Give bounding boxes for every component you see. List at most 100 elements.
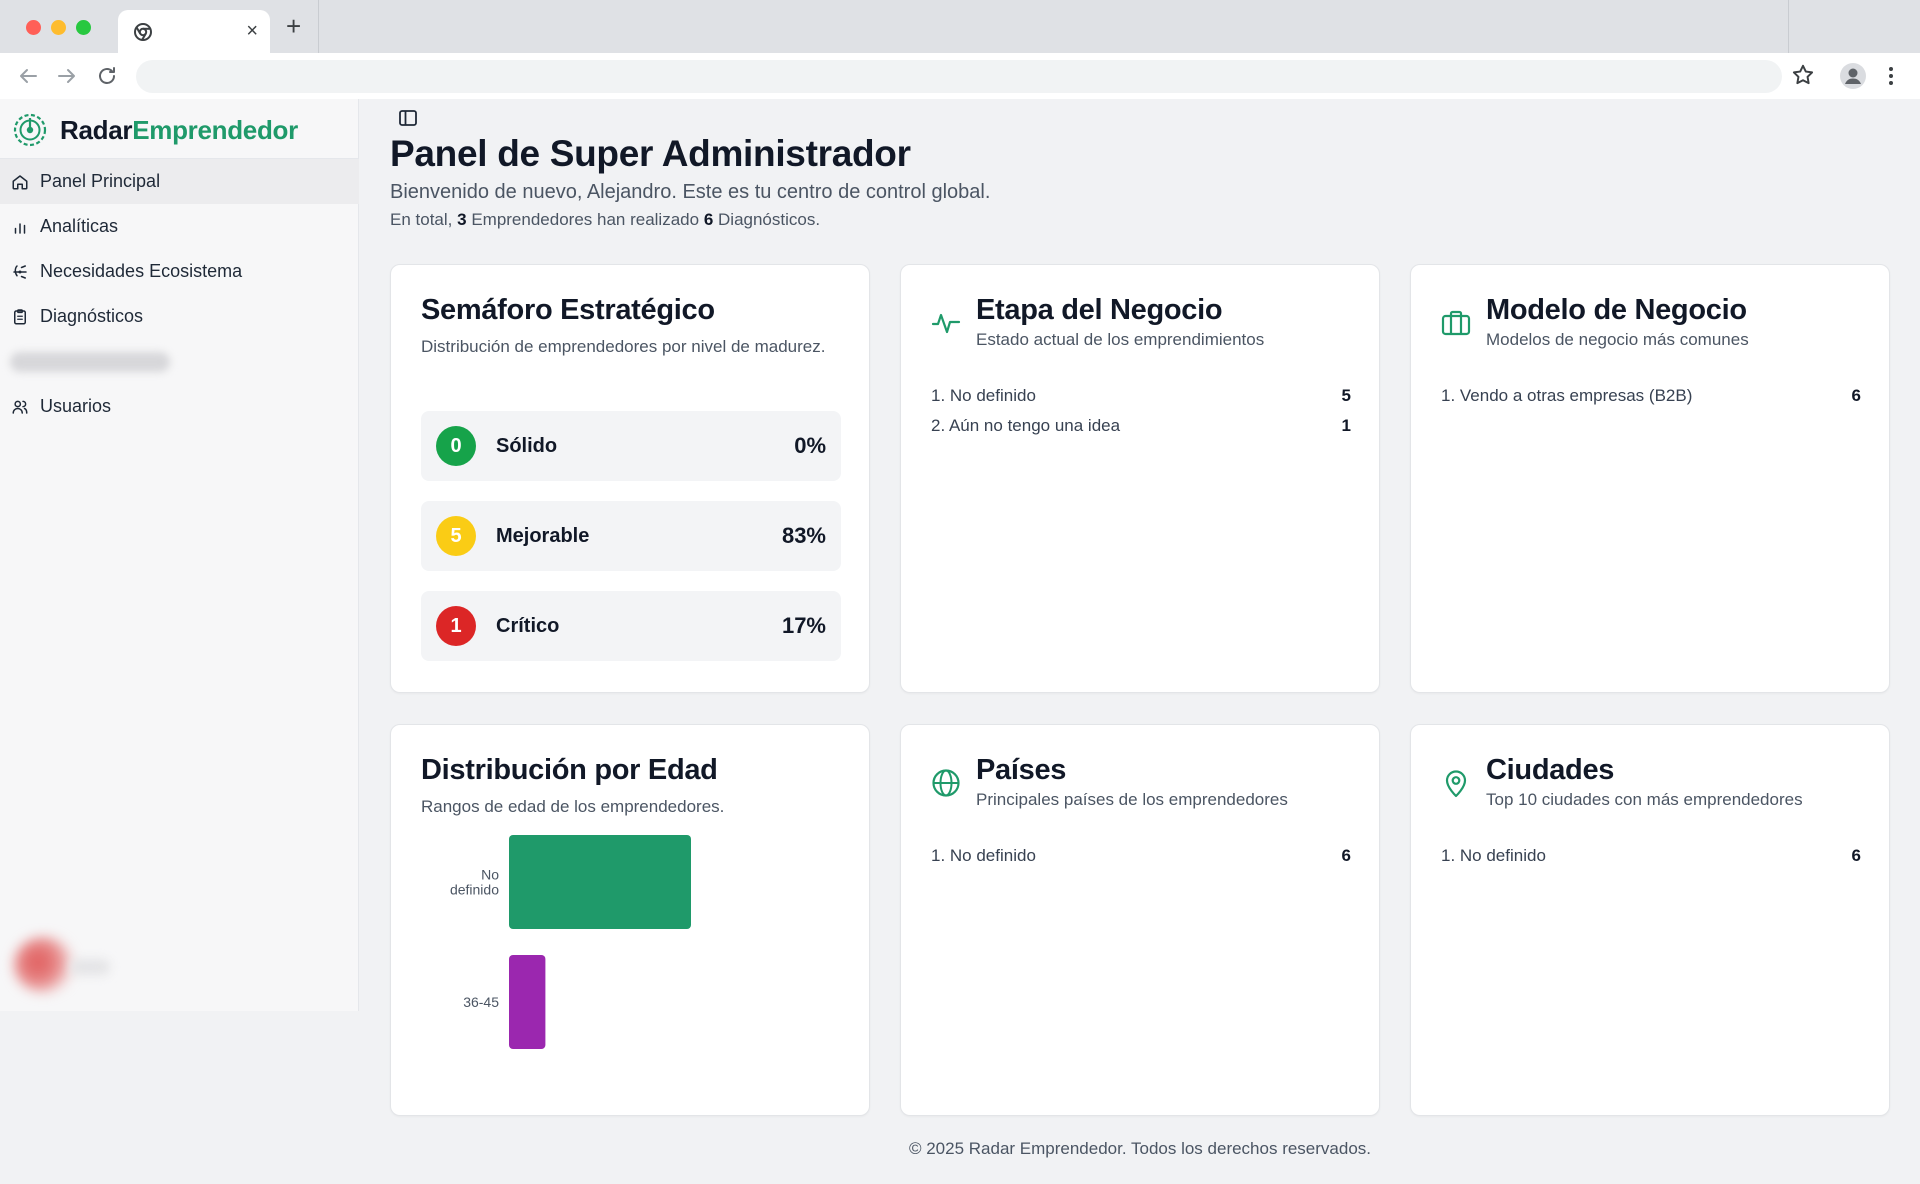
etapa-negocio-card: Etapa del Negocio Estado actual de los e…	[900, 264, 1380, 693]
back-arrow-icon[interactable]	[16, 64, 40, 88]
brand-name-part2: Emprendedor	[132, 114, 298, 145]
list-item: 1. Vendo a otras empresas (B2B) 6	[1441, 381, 1861, 411]
card-title: Países	[976, 754, 1067, 786]
new-tab-button[interactable]: +	[286, 13, 301, 39]
semaforo-percent: 17%	[781, 613, 826, 638]
card-title: Semáforo Estratégico	[421, 294, 715, 326]
semaforo-card: Semáforo Estratégico Distribución de emp…	[390, 264, 870, 693]
clipboard-icon	[10, 307, 30, 327]
menu-dots-icon[interactable]	[1886, 63, 1896, 89]
close-window-button[interactable]	[26, 20, 41, 35]
card-description: Principales países de los emprendedores	[976, 790, 1288, 809]
list-item-label: 1. Vendo a otras empresas (B2B)	[1441, 386, 1693, 405]
card-title: Distribución por Edad	[421, 754, 718, 786]
minimize-window-button[interactable]	[51, 20, 66, 35]
card-title: Modelo de Negocio	[1486, 294, 1747, 326]
tab-separator	[1788, 0, 1789, 53]
card-title: Ciudades	[1486, 754, 1615, 786]
list-item: 2. Aún no tengo una idea 1	[931, 411, 1351, 441]
list-item: 1. No definido 5	[931, 381, 1351, 411]
close-tab-icon[interactable]: ×	[246, 20, 258, 42]
browser-tab[interactable]: ×	[118, 10, 270, 53]
list-item-label: 1. No definido	[931, 846, 1036, 865]
users-icon	[10, 397, 30, 417]
sidebar-nav: Panel Principal Analíticas Necesidades E…	[0, 159, 359, 429]
summary-prefix: En total,	[390, 210, 453, 229]
semaforo-row-solido: 0 Sólido 0%	[421, 411, 841, 481]
sidebar-item-label: Diagnósticos	[40, 306, 144, 326]
reload-icon[interactable]	[95, 64, 119, 88]
rank-list: 1. No definido 6	[1441, 841, 1861, 871]
sidebar-item-analiticas[interactable]: Analíticas	[0, 204, 359, 249]
redacted-text	[10, 351, 170, 372]
forward-arrow-icon[interactable]	[55, 64, 79, 88]
card-description: Top 10 ciudades con más emprendedores	[1486, 790, 1803, 809]
card-description: Distribución de emprendedores por nivel …	[421, 337, 826, 356]
age-bar-1	[509, 955, 546, 1049]
page-subtitle: Bienvenido de nuevo, Alejandro. Este es …	[390, 181, 991, 203]
brand-logo-link[interactable]: RadarEmprendedor	[12, 111, 298, 149]
sidebar: RadarEmprendedor Panel Principal Analíti…	[0, 99, 359, 1011]
ciudades-card: Ciudades Top 10 ciudades con más emprend…	[1410, 724, 1890, 1116]
sidebar-item-diagnosticos[interactable]: Diagnósticos	[0, 294, 359, 339]
address-bar[interactable]	[136, 60, 1782, 93]
list-item-value: 6	[1341, 846, 1351, 865]
list-item-label: 2. Aún no tengo una idea	[931, 416, 1121, 435]
summary-middle: Emprendedores han realizado	[471, 210, 700, 229]
main-content: Panel de Super Administrador Bienvenido …	[360, 99, 1920, 1184]
sidebar-toggle-icon[interactable]	[398, 108, 418, 128]
rank-list: 1. No definido 5 2. Aún no tengo una ide…	[931, 381, 1351, 441]
sidebar-item-panel-principal[interactable]: Panel Principal	[0, 159, 359, 204]
globe-icon	[932, 769, 960, 797]
semaforo-row-critico: 1 Crítico 17%	[421, 591, 841, 661]
age-bar-chart: No definido 36-45	[450, 835, 691, 1049]
status-badge: 1	[436, 606, 476, 646]
card-description: Rangos de edad de los emprendedores.	[421, 797, 725, 816]
sidebar-item-label: Necesidades Ecosistema	[40, 261, 243, 281]
card-description: Modelos de negocio más comunes	[1486, 330, 1749, 349]
activity-icon	[931, 313, 961, 334]
status-badge: 0	[436, 426, 476, 466]
map-pin-icon	[1445, 770, 1467, 798]
brand-name: RadarEmprendedor	[60, 115, 298, 146]
summary-text: En total, 3 Emprendedores han realizado …	[390, 210, 820, 230]
sidebar-item-label: Panel Principal	[40, 171, 161, 191]
bookmark-star-icon[interactable]	[1790, 62, 1816, 88]
list-item: 1. No definido 6	[1441, 841, 1861, 871]
rank-list: 1. No definido 6	[931, 841, 1351, 871]
sidebar-item-label: Usuarios	[40, 396, 112, 416]
bar-chart-icon	[10, 217, 30, 237]
user-avatar[interactable]	[14, 937, 74, 993]
list-item-value: 5	[1341, 386, 1351, 405]
semaforo-percent: 0%	[794, 433, 826, 458]
profile-avatar-icon[interactable]	[1840, 63, 1866, 89]
modelo-negocio-card: Modelo de Negocio Modelos de negocio más…	[1410, 264, 1890, 693]
ecosystem-icon	[10, 262, 30, 282]
footer-text: © 2025 Radar Emprendedor. Todos los dere…	[908, 1139, 1372, 1158]
tab-bar: × +	[0, 0, 1920, 53]
age-bar-0	[509, 835, 691, 929]
status-badge: 5	[436, 516, 476, 556]
card-description: Estado actual de los emprendimientos	[976, 330, 1265, 349]
paises-card: Países Principales países de los emprend…	[900, 724, 1380, 1116]
home-icon	[10, 172, 30, 192]
list-item-label: 1. No definido	[931, 386, 1036, 405]
semaforo-percent: 83%	[781, 523, 826, 548]
sidebar-item-usuarios[interactable]: Usuarios	[0, 384, 359, 429]
chrome-icon	[134, 23, 152, 41]
semaforo-label: Crítico	[496, 614, 560, 637]
maximize-window-button[interactable]	[76, 20, 91, 35]
sidebar-item-redacted[interactable]	[0, 339, 359, 384]
summary-suffix: Diagnósticos.	[718, 210, 821, 229]
diagnostics-count: 6	[703, 210, 714, 229]
semaforo-label: Sólido	[496, 434, 558, 457]
list-item-value: 6	[1851, 846, 1861, 865]
briefcase-icon	[1441, 310, 1471, 336]
age-category-label: 36-45	[463, 994, 499, 1010]
radar-logo-icon	[13, 113, 47, 147]
page-title: Panel de Super Administrador	[390, 133, 911, 174]
sidebar-item-necesidades-ecosistema[interactable]: Necesidades Ecosistema	[0, 249, 359, 294]
semaforo-row-mejorable: 5 Mejorable 83%	[421, 501, 841, 571]
browser-toolbar	[0, 53, 1920, 99]
semaforo-label: Mejorable	[496, 524, 590, 547]
